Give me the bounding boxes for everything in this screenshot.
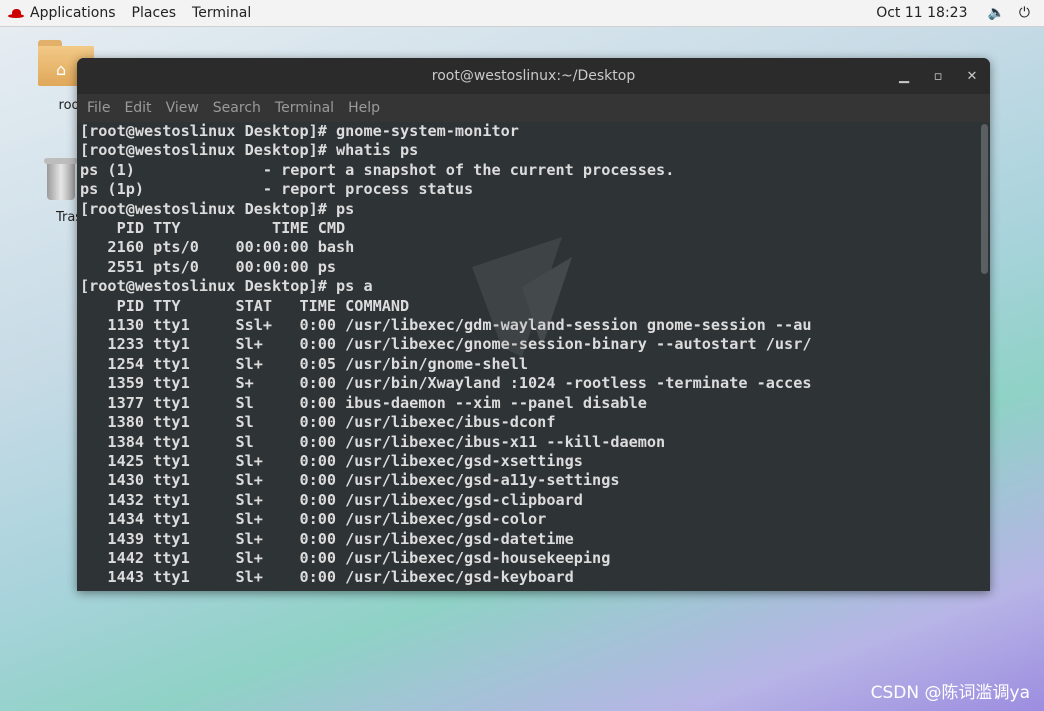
terminal-app-menu[interactable]: Terminal	[184, 0, 259, 26]
terminal-line: 1233 tty1 Sl+ 0:00 /usr/libexec/gnome-se…	[107, 335, 812, 354]
window-title: root@westoslinux:~/Desktop	[431, 68, 636, 84]
terminal-line: 2551 pts/0 00:00:00 ps	[107, 257, 337, 276]
terminal-line: 1425 tty1 Sl+ 0:00 /usr/libexec/gsd-xset…	[107, 451, 583, 470]
terminal-line: PID TTY STAT TIME COMMAND	[116, 296, 410, 315]
menu-help[interactable]: Help	[348, 100, 380, 116]
scrollbar[interactable]	[981, 124, 988, 274]
terminal-line: 1434 tty1 Sl+ 0:00 /usr/libexec/gsd-colo…	[107, 510, 547, 529]
terminal-line: ps (1) - report a snapshot of the curren…	[80, 160, 675, 179]
terminal-titlebar[interactable]: root@westoslinux:~/Desktop ▁ ▫ ✕	[77, 58, 990, 94]
terminal-line: 1432 tty1 Sl+ 0:00 /usr/libexec/gsd-clip…	[107, 490, 583, 509]
power-icon[interactable]: ⏻	[1019, 5, 1030, 21]
trash-icon[interactable]	[44, 158, 78, 200]
terminal-line: 1442 tty1 Sl+ 0:00 /usr/libexec/gsd-hous…	[107, 548, 611, 567]
terminal-line: [root@westoslinux Desktop]# whatis ps	[80, 141, 419, 160]
terminal-line: 1439 tty1 Sl+ 0:00 /usr/libexec/gsd-date…	[107, 529, 574, 548]
terminal-screen[interactable]: [root@westoslinux Desktop]# gnome-system…	[77, 122, 990, 591]
close-icon[interactable]: ✕	[964, 69, 980, 84]
terminal-line: 1377 tty1 Sl 0:00 ibus-daemon --xim --pa…	[107, 393, 647, 412]
terminal-line: 1380 tty1 Sl 0:00 /usr/libexec/ibus-dcon…	[107, 413, 556, 432]
terminal-window: root@westoslinux:~/Desktop ▁ ▫ ✕ File Ed…	[77, 58, 990, 591]
volume-icon[interactable]: 🔈	[987, 5, 1004, 21]
top-bar: Applications Places Terminal Oct 11 18:2…	[0, 0, 1044, 27]
places-menu[interactable]: Places	[124, 0, 185, 26]
terminal-line: 1130 tty1 Ssl+ 0:00 /usr/libexec/gdm-way…	[107, 316, 812, 335]
menu-file[interactable]: File	[87, 100, 110, 116]
menu-view[interactable]: View	[166, 100, 199, 116]
menu-terminal[interactable]: Terminal	[275, 100, 334, 116]
applications-menu[interactable]: Applications	[0, 0, 124, 26]
terminal-line: [root@westoslinux Desktop]# ps	[80, 199, 355, 218]
terminal-menubar: File Edit View Search Terminal Help	[77, 94, 990, 122]
minimize-icon[interactable]: ▁	[896, 69, 912, 84]
redhat-logo-icon	[8, 7, 24, 19]
menu-search[interactable]: Search	[213, 100, 261, 116]
terminal-line: 1359 tty1 S+ 0:00 /usr/bin/Xwayland :102…	[107, 374, 812, 393]
terminal-line: 1384 tty1 Sl 0:00 /usr/libexec/ibus-x11 …	[107, 432, 666, 451]
menu-edit[interactable]: Edit	[124, 100, 151, 116]
terminal-line: ps (1p) - report process status	[80, 180, 474, 199]
clock[interactable]: Oct 11 18:23	[876, 5, 973, 21]
terminal-line: [root@westoslinux Desktop]# gnome-system…	[80, 122, 519, 140]
applications-label: Applications	[30, 5, 116, 21]
terminal-line: PID TTY TIME CMD	[116, 219, 346, 238]
terminal-line: 1254 tty1 Sl+ 0:05 /usr/bin/gnome-shell	[107, 354, 529, 373]
terminal-line: 1430 tty1 Sl+ 0:00 /usr/libexec/gsd-a11y…	[107, 471, 620, 490]
csdn-watermark: CSDN @陈词滥调ya	[870, 683, 1030, 703]
maximize-icon[interactable]: ▫	[930, 69, 946, 84]
terminal-line: 1443 tty1 Sl+ 0:00 /usr/libexec/gsd-keyb…	[107, 568, 574, 587]
terminal-line: 2160 pts/0 00:00:00 bash	[107, 238, 355, 257]
distro-logo-watermark	[472, 237, 572, 357]
terminal-line: [root@westoslinux Desktop]# ps a	[80, 277, 373, 296]
